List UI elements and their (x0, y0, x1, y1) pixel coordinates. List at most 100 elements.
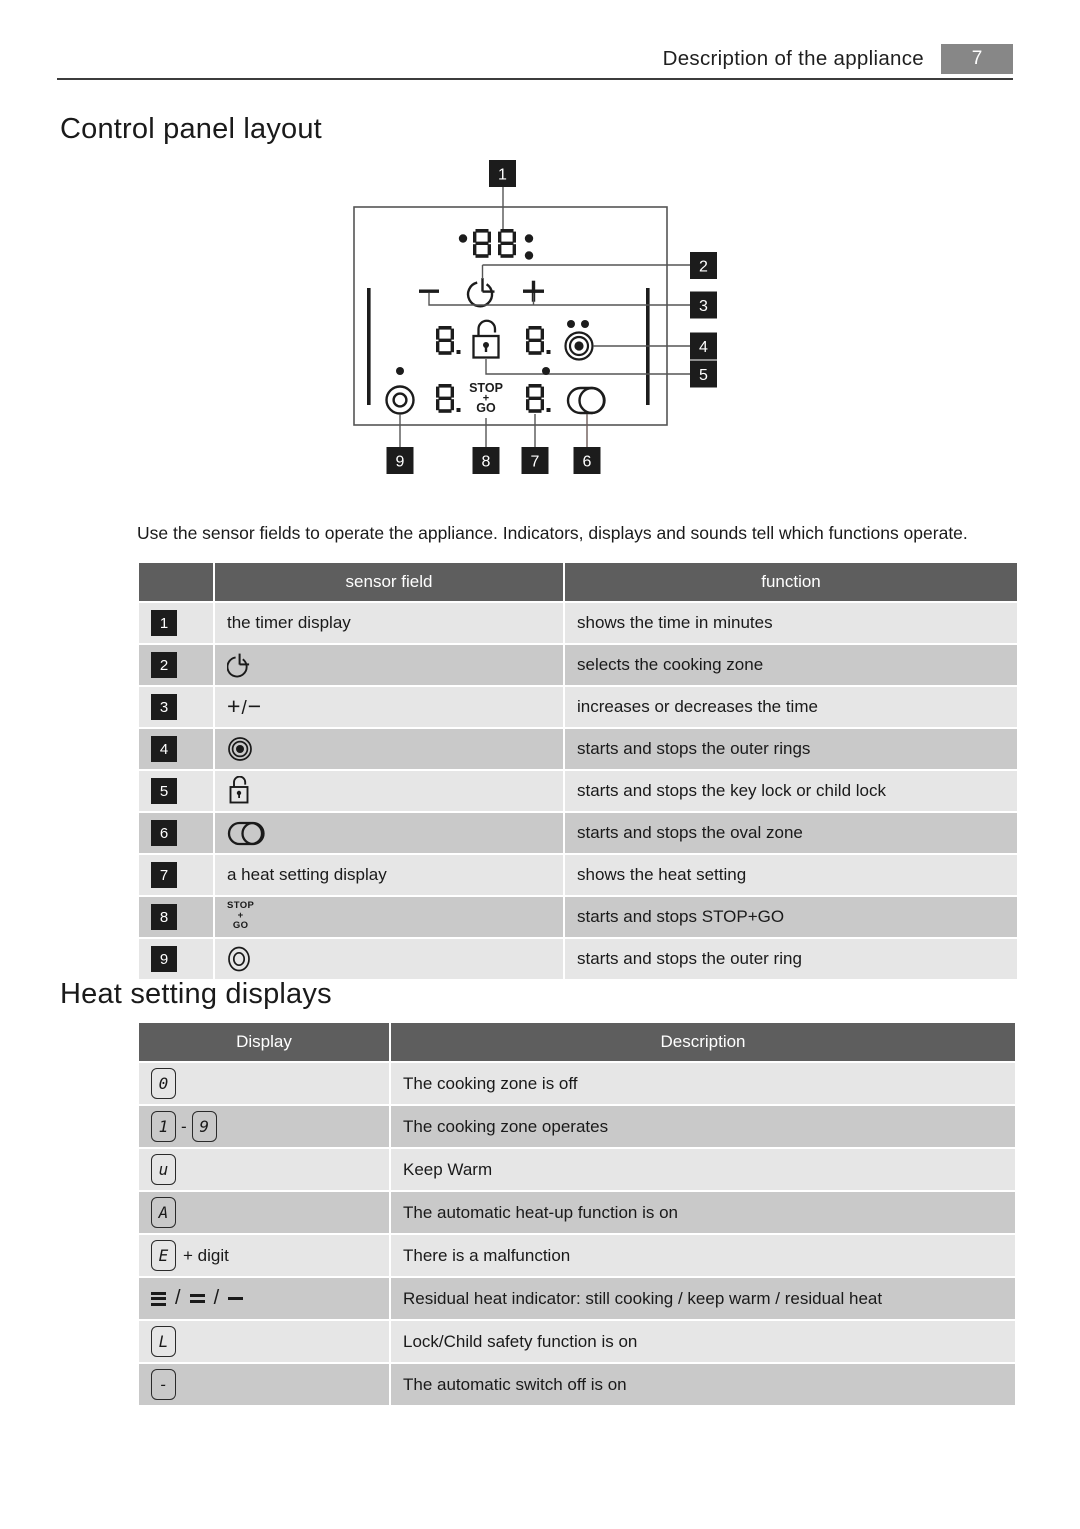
table-header-row: sensor field function (139, 563, 1017, 601)
stop-go-icon: STOP + GO (227, 901, 254, 930)
segment-glyph: 0 (151, 1068, 176, 1099)
function-cell: shows the heat setting (565, 855, 1017, 895)
table-row: 2 selects the cooking zone (139, 645, 1017, 685)
svg-text:9: 9 (396, 454, 405, 471)
bars-one-icon (228, 1297, 244, 1300)
plus-minus-icon: +/− (227, 693, 263, 719)
table-header-row: Display Description (139, 1023, 1015, 1061)
col-header-sensor-field: sensor field (215, 563, 563, 601)
row-badge: 9 (151, 946, 177, 972)
segment-glyph: 1 (151, 1111, 176, 1142)
table-row: 4 starts and stops the outer rings (139, 729, 1017, 769)
function-cell: increases or decreases the time (565, 687, 1017, 727)
row-badge: 8 (151, 904, 177, 930)
range-separator: - (181, 1116, 187, 1136)
heat-setting-heading: Heat setting displays (60, 978, 332, 1010)
table-row: 8 STOP + GO starts and stops STOP+GO (139, 897, 1017, 937)
row-badge: 1 (151, 610, 177, 636)
svg-text:7: 7 (531, 454, 540, 471)
table-row: 6 starts and stops the oval zone (139, 813, 1017, 853)
row-badge: 4 (151, 736, 177, 762)
function-cell: starts and stops the outer rings (565, 729, 1017, 769)
table-row: L Lock/Child safety function is on (139, 1321, 1015, 1362)
row-number-cell: 7 (139, 855, 213, 895)
lock-icon (227, 771, 563, 811)
sensor-field-cell: a heat setting display (215, 855, 563, 895)
row-number-cell: 1 (139, 603, 213, 643)
table-row: 1 the timer display shows the time in mi… (139, 603, 1017, 643)
sensor-field-cell: the timer display (215, 603, 563, 643)
segment-glyph: E (151, 1240, 176, 1271)
function-cell: starts and stops the outer ring (565, 939, 1017, 979)
table-row: - The automatic switch off is on (139, 1364, 1015, 1405)
function-cell: starts and stops the key lock or child l… (565, 771, 1017, 811)
description-cell: Keep Warm (391, 1149, 1015, 1190)
row-number-cell: 5 (139, 771, 213, 811)
row-number-cell: 8 (139, 897, 213, 937)
sensor-field-cell (215, 813, 563, 853)
table-row: 1-9 The cooking zone operates (139, 1106, 1015, 1147)
display-cell: E + digit (139, 1235, 389, 1276)
row-number-cell: 6 (139, 813, 213, 853)
col-header-description: Description (391, 1023, 1015, 1061)
svg-text:6: 6 (583, 454, 592, 471)
table-row: 0 The cooking zone is off (139, 1063, 1015, 1104)
sensor-field-cell (215, 939, 563, 979)
bar-separator: / (175, 1287, 181, 1309)
sensor-field-cell (215, 645, 563, 685)
timer-icon (227, 645, 563, 685)
row-number-cell: 3 (139, 687, 213, 727)
display-suffix: + digit (183, 1245, 229, 1265)
sensor-field-cell (215, 729, 563, 769)
bar-separator: / (213, 1287, 220, 1309)
heat-setting-table: Display Description 0 The cooking zone i… (137, 1021, 1017, 1407)
control-panel-diagram: 1 2 3 4 5 STOP + GO 9 8 7 6 (340, 160, 750, 490)
sensor-field-table: sensor field function 1 the timer displa… (137, 561, 1019, 981)
description-cell: Residual heat indicator: still cooking /… (391, 1278, 1015, 1319)
description-cell: There is a malfunction (391, 1235, 1015, 1276)
function-cell: starts and stops the oval zone (565, 813, 1017, 853)
outer-ring-icon (227, 939, 563, 979)
description-cell: The automatic heat-up function is on (391, 1192, 1015, 1233)
table-row: 7 a heat setting display shows the heat … (139, 855, 1017, 895)
svg-text:5: 5 (699, 367, 708, 384)
row-number-cell: 9 (139, 939, 213, 979)
control-panel-heading: Control panel layout (60, 113, 322, 145)
function-cell: selects the cooking zone (565, 645, 1017, 685)
svg-text:2: 2 (699, 259, 708, 276)
table-row: u Keep Warm (139, 1149, 1015, 1190)
plus-symbol: + (227, 693, 242, 719)
table-row: 9 starts and stops the outer ring (139, 939, 1017, 979)
oval-zone-icon (227, 813, 563, 853)
table-row: A The automatic heat-up function is on (139, 1192, 1015, 1233)
bars-three-icon (151, 1291, 166, 1306)
row-number-cell: 2 (139, 645, 213, 685)
sensor-field-cell (215, 771, 563, 811)
minus-symbol: − (247, 693, 263, 719)
row-badge: 7 (151, 862, 177, 888)
row-badge: 3 (151, 694, 177, 720)
display-cell: A (139, 1192, 389, 1233)
svg-text:4: 4 (699, 339, 708, 356)
sensor-field-cell: +/− (215, 687, 563, 727)
row-badge: 6 (151, 820, 177, 846)
table-row: 5 starts and stops the key lock or child… (139, 771, 1017, 811)
segment-glyph: u (151, 1154, 176, 1185)
intro-paragraph: Use the sensor fields to operate the app… (137, 522, 968, 543)
svg-text:3: 3 (699, 298, 708, 315)
function-cell: starts and stops STOP+GO (565, 897, 1017, 937)
display-cell: 0 (139, 1063, 389, 1104)
table-row: / / Residual heat indicator: still cooki… (139, 1278, 1015, 1319)
segment-glyph: - (151, 1369, 176, 1400)
page-number-badge: 7 (941, 44, 1013, 74)
header-divider (57, 78, 1013, 80)
segment-glyph: 9 (191, 1111, 217, 1142)
segment-glyph: A (151, 1197, 176, 1228)
outer-rings-icon (227, 729, 563, 769)
bars-two-icon (189, 1294, 205, 1303)
table-row: E + digit There is a malfunction (139, 1235, 1015, 1276)
svg-text:8: 8 (482, 454, 491, 471)
display-cell: / / (139, 1278, 389, 1319)
row-badge: 5 (151, 778, 177, 804)
sensor-field-cell: STOP + GO (215, 897, 563, 937)
